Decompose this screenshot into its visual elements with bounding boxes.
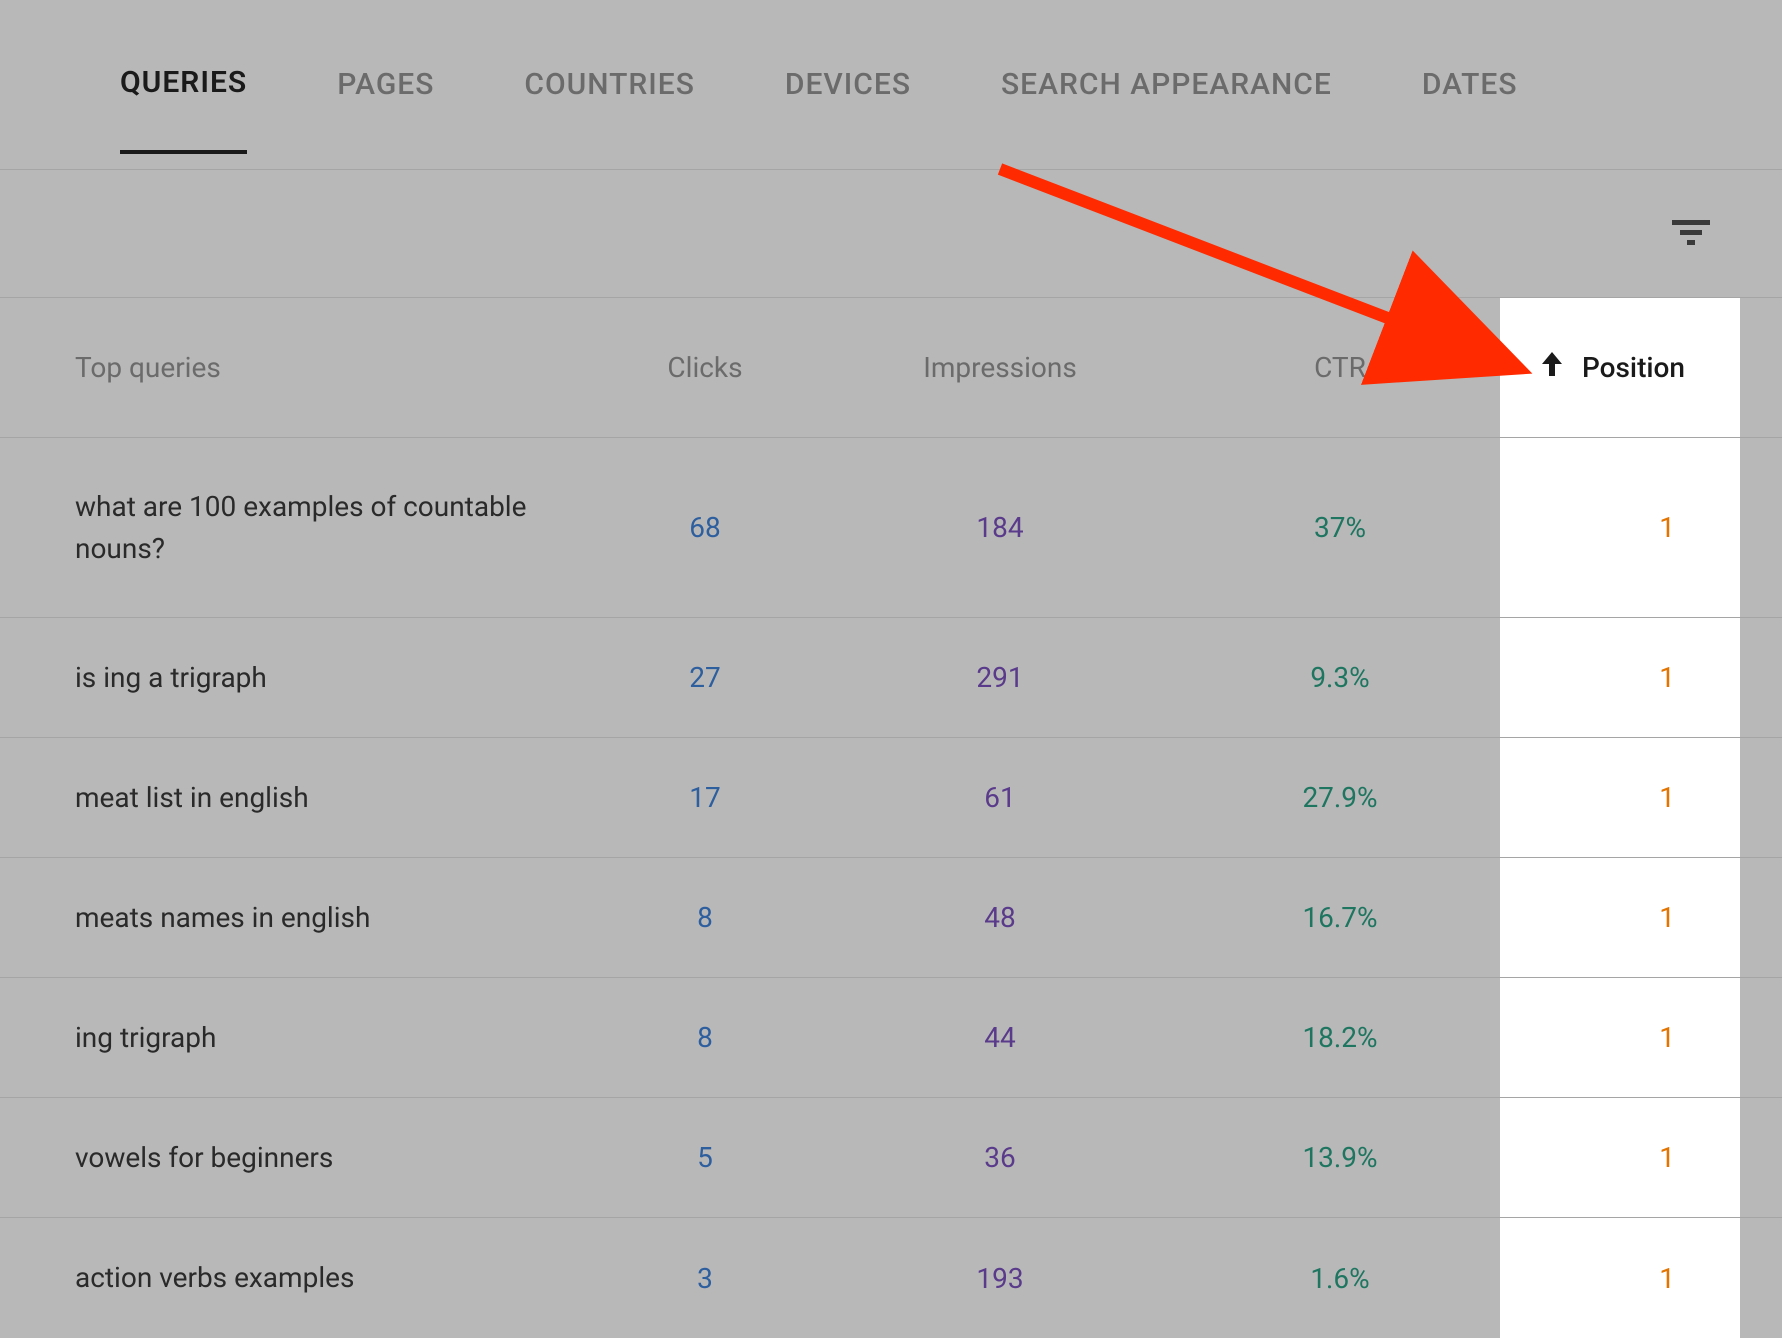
cell-query: ing trigraph (0, 1017, 590, 1059)
tab-devices[interactable]: DEVICES (785, 17, 911, 152)
cell-position: 1 (1500, 618, 1740, 737)
tab-dates[interactable]: DATES (1422, 17, 1518, 152)
filter-bar (0, 170, 1782, 298)
cell-position: 1 (1500, 1098, 1740, 1217)
cell-impressions: 44 (820, 1021, 1180, 1054)
header-impressions[interactable]: Impressions (820, 351, 1180, 384)
cell-query: is ing a trigraph (0, 657, 590, 699)
table-row[interactable]: vowels for beginners 5 36 13.9% 1 (0, 1098, 1782, 1218)
cell-ctr: 13.9% (1180, 1141, 1500, 1174)
table-row[interactable]: action verbs examples 3 193 1.6% 1 (0, 1218, 1782, 1338)
header-ctr[interactable]: CTR (1180, 351, 1500, 384)
table-row[interactable]: is ing a trigraph 27 291 9.3% 1 (0, 618, 1782, 738)
cell-position: 1 (1500, 738, 1740, 857)
cell-ctr: 18.2% (1180, 1021, 1500, 1054)
header-top-queries[interactable]: Top queries (0, 351, 590, 384)
cell-clicks: 8 (590, 901, 820, 934)
header-position[interactable]: Position (1500, 298, 1740, 437)
table-row[interactable]: meats names in english 8 48 16.7% 1 (0, 858, 1782, 978)
cell-clicks: 5 (590, 1141, 820, 1174)
header-clicks[interactable]: Clicks (590, 351, 820, 384)
cell-query: meat list in english (0, 777, 590, 819)
cell-position: 1 (1500, 978, 1740, 1097)
cell-impressions: 48 (820, 901, 1180, 934)
tab-search-appearance[interactable]: SEARCH APPEARANCE (1001, 17, 1332, 152)
table-row[interactable]: ing trigraph 8 44 18.2% 1 (0, 978, 1782, 1098)
cell-ctr: 16.7% (1180, 901, 1500, 934)
tab-countries[interactable]: COUNTRIES (524, 17, 695, 152)
search-console-panel: QUERIES PAGES COUNTRIES DEVICES SEARCH A… (0, 0, 1782, 1304)
sort-arrow-up-icon (1540, 350, 1564, 385)
cell-clicks: 17 (590, 781, 820, 814)
cell-query: action verbs examples (0, 1257, 590, 1299)
tab-pages[interactable]: PAGES (337, 17, 434, 152)
cell-position: 1 (1500, 858, 1740, 977)
cell-position: 1 (1500, 438, 1740, 617)
header-position-label: Position (1582, 351, 1685, 384)
cell-impressions: 291 (820, 661, 1180, 694)
cell-clicks: 3 (590, 1262, 820, 1295)
cell-impressions: 193 (820, 1262, 1180, 1295)
cell-impressions: 61 (820, 781, 1180, 814)
cell-clicks: 8 (590, 1021, 820, 1054)
cell-impressions: 184 (820, 511, 1180, 544)
cell-ctr: 9.3% (1180, 661, 1500, 694)
tabs-bar: QUERIES PAGES COUNTRIES DEVICES SEARCH A… (0, 0, 1782, 170)
filter-icon[interactable] (1670, 217, 1712, 251)
cell-ctr: 27.9% (1180, 781, 1500, 814)
cell-clicks: 68 (590, 511, 820, 544)
table-row[interactable]: meat list in english 17 61 27.9% 1 (0, 738, 1782, 858)
cell-query: vowels for beginners (0, 1137, 590, 1179)
table-row[interactable]: what are 100 examples of countable nouns… (0, 438, 1782, 618)
queries-table: Top queries Clicks Impressions CTR Posit… (0, 298, 1782, 1338)
cell-position: 1 (1500, 1218, 1740, 1338)
tab-queries[interactable]: QUERIES (120, 15, 247, 154)
cell-ctr: 37% (1180, 511, 1500, 544)
table-header-row: Top queries Clicks Impressions CTR Posit… (0, 298, 1782, 438)
cell-ctr: 1.6% (1180, 1262, 1500, 1295)
cell-query: what are 100 examples of countable nouns… (0, 486, 590, 570)
cell-impressions: 36 (820, 1141, 1180, 1174)
cell-query: meats names in english (0, 897, 590, 939)
cell-clicks: 27 (590, 661, 820, 694)
